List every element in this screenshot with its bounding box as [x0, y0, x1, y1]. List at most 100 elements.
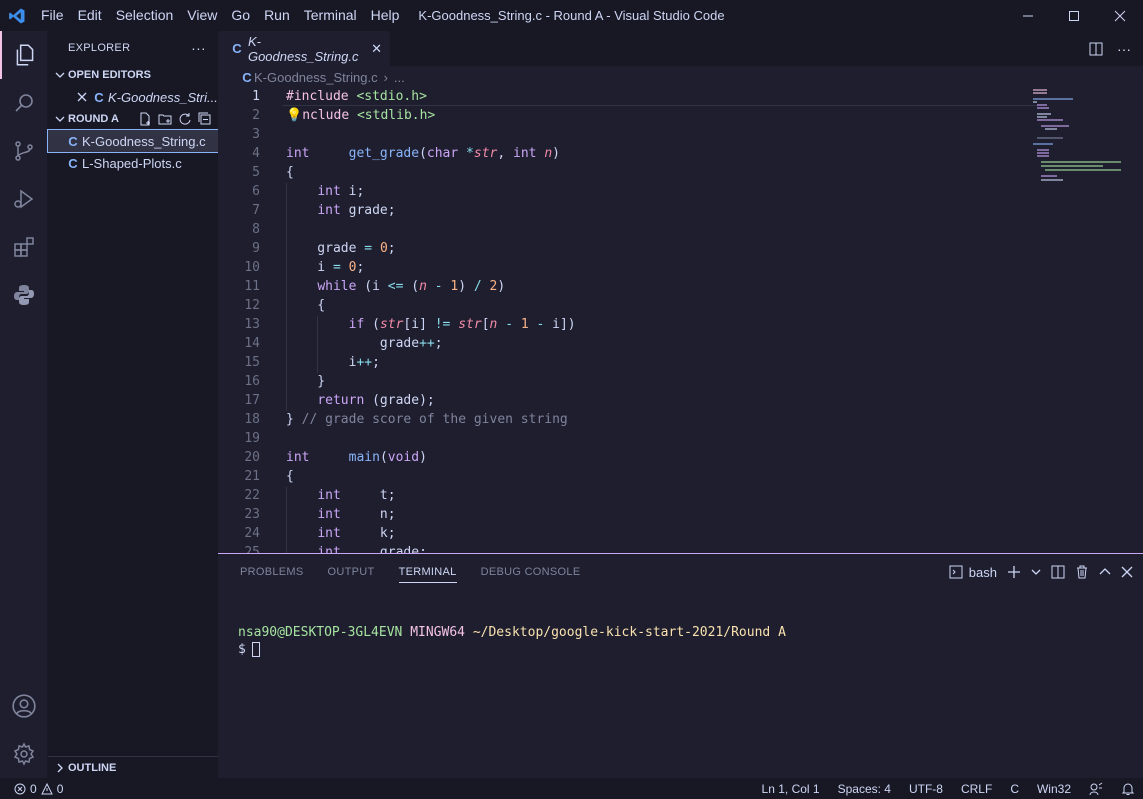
- indentation[interactable]: Spaces: 4: [838, 782, 891, 796]
- close-panel-icon[interactable]: [1121, 566, 1133, 578]
- close-icon[interactable]: [74, 92, 90, 102]
- terminal-output[interactable]: nsa90@DESKTOP-3GL4EVN MINGW64 ~/Desktop/…: [238, 624, 786, 658]
- code-line: 25 int grade;: [244, 545, 427, 553]
- tab-label: K-Goodness_String.c: [247, 33, 359, 64]
- code-line: 4 int get_grade(char *str, int n): [252, 146, 560, 161]
- code-editor[interactable]: 1 #include <stdio.h> 2 💡nclude <stdlib.h> …: [218, 88, 1143, 553]
- chevron-down-icon[interactable]: [1031, 567, 1041, 577]
- window-controls: [1005, 0, 1143, 31]
- settings-gear-icon[interactable]: [0, 730, 48, 778]
- code-line: 13 if (str[i] != str[n - 1 - i]): [244, 317, 576, 332]
- chevron-down-icon: [52, 70, 68, 80]
- tab-problems[interactable]: PROBLEMS: [240, 566, 304, 578]
- extensions-icon[interactable]: [0, 223, 48, 271]
- explorer-more-actions-icon[interactable]: ···: [191, 40, 206, 56]
- c-file-icon: C: [242, 69, 252, 85]
- python-icon[interactable]: [0, 271, 48, 319]
- source-control-icon[interactable]: [0, 127, 48, 175]
- menu-help[interactable]: Help: [364, 0, 407, 31]
- tab-output[interactable]: OUTPUT: [328, 566, 375, 578]
- code-line: 18} // grade score of the given string: [244, 412, 568, 427]
- file-label: K-Goodness_String.c: [82, 133, 206, 149]
- code-line: 19: [244, 431, 260, 446]
- feedback-icon[interactable]: [1089, 782, 1103, 796]
- code-line: 23 int n;: [244, 507, 396, 522]
- editor-more-actions-icon[interactable]: ···: [1117, 41, 1131, 57]
- account-icon[interactable]: [0, 682, 48, 730]
- open-editor-label: K-Goodness_Stri...: [108, 89, 218, 105]
- minimize-button[interactable]: [1005, 0, 1051, 31]
- terminal-cursor: [251, 642, 260, 657]
- menu-run[interactable]: Run: [257, 0, 297, 31]
- code-line: 2 💡nclude <stdlib.h>: [252, 108, 436, 123]
- menu-go[interactable]: Go: [224, 0, 257, 31]
- menu-bar: File Edit Selection View Go Run Terminal…: [34, 0, 406, 31]
- warning-count: 0: [56, 781, 64, 796]
- split-terminal-icon[interactable]: [1051, 565, 1065, 579]
- explorer-title: EXPLORER: [68, 41, 131, 54]
- menu-edit[interactable]: Edit: [71, 0, 109, 31]
- file-label: L-Shaped-Plots.c: [82, 155, 182, 171]
- end-of-line[interactable]: CRLF: [961, 782, 992, 796]
- open-editors-section[interactable]: OPEN EDITORS: [48, 64, 218, 86]
- explorer-sidebar: EXPLORER ··· OPEN EDITORS C K-Goodness_S…: [47, 31, 219, 778]
- code-line: 5{: [252, 165, 294, 180]
- tab-k-goodness[interactable]: C K-Goodness_String.c ✕: [218, 31, 390, 66]
- run-debug-icon[interactable]: [0, 175, 48, 223]
- maximize-panel-icon[interactable]: [1099, 566, 1111, 578]
- status-bar: 0 0 Ln 1, Col 1 Spaces: 4 UTF-8 CRLF C W…: [0, 778, 1143, 799]
- maximize-button[interactable]: [1051, 0, 1097, 31]
- outline-section[interactable]: OUTLINE: [48, 756, 218, 778]
- terminal-host: MINGW64: [410, 625, 465, 640]
- breadcrumb-file[interactable]: K-Goodness_String.c: [254, 70, 378, 85]
- trash-icon[interactable]: [1075, 565, 1089, 579]
- breadcrumb-more[interactable]: ...: [394, 70, 405, 85]
- tab-terminal[interactable]: TERMINAL: [398, 566, 457, 583]
- notifications-bell-icon[interactable]: [1121, 782, 1135, 796]
- search-icon[interactable]: [0, 79, 48, 127]
- breadcrumb-separator: ›: [383, 69, 388, 85]
- folder-section[interactable]: ROUND A: [48, 108, 218, 130]
- open-editors-label: OPEN EDITORS: [68, 69, 151, 81]
- panel-tabs: PROBLEMS OUTPUT TERMINAL DEBUG CONSOLE: [240, 554, 580, 590]
- tab-close-icon[interactable]: ✕: [371, 41, 382, 57]
- add-terminal-icon[interactable]: [1007, 565, 1021, 579]
- code-line: 21{: [244, 469, 294, 484]
- code-line: 14 grade++;: [244, 336, 443, 351]
- cursor-position[interactable]: Ln 1, Col 1: [762, 782, 820, 796]
- close-window-button[interactable]: [1097, 0, 1143, 31]
- file-item-k-goodness[interactable]: C K-Goodness_String.c: [47, 129, 219, 153]
- open-editor-item[interactable]: C K-Goodness_Stri...: [48, 86, 218, 108]
- minimap[interactable]: [1033, 88, 1123, 188]
- outline-label: OUTLINE: [68, 761, 117, 774]
- terminal-selector[interactable]: bash: [949, 565, 997, 580]
- folder-actions: [138, 112, 218, 126]
- refresh-icon[interactable]: [178, 112, 192, 126]
- menu-terminal[interactable]: Terminal: [297, 0, 364, 31]
- encoding[interactable]: UTF-8: [909, 782, 943, 796]
- c-file-icon: C: [94, 89, 104, 105]
- platform[interactable]: Win32: [1037, 782, 1071, 796]
- code-line: 12 {: [244, 298, 326, 313]
- menu-view[interactable]: View: [180, 0, 224, 31]
- code-line: 20 int main(void): [244, 450, 427, 465]
- new-folder-icon[interactable]: [158, 112, 172, 126]
- language-mode[interactable]: C: [1010, 782, 1019, 796]
- code-line: 16 }: [244, 374, 326, 389]
- collapse-all-icon[interactable]: [198, 112, 212, 126]
- split-editor-icon[interactable]: [1089, 42, 1103, 56]
- activity-bar: [0, 31, 48, 778]
- terminal-user: nsa90@DESKTOP-3GL4EVN: [238, 625, 403, 640]
- code-line: 8: [252, 222, 260, 237]
- file-item-l-shaped[interactable]: C L-Shaped-Plots.c: [48, 152, 218, 174]
- terminal-icon: [949, 565, 963, 579]
- new-file-icon[interactable]: [138, 112, 152, 126]
- menu-file[interactable]: File: [34, 0, 71, 31]
- tab-debug-console[interactable]: DEBUG CONSOLE: [481, 566, 581, 578]
- problems-status[interactable]: 0 0: [0, 782, 63, 796]
- menu-selection[interactable]: Selection: [109, 0, 181, 31]
- explorer-icon[interactable]: [0, 31, 48, 79]
- panel-actions: bash: [949, 554, 1133, 590]
- code-line: 7 int grade;: [252, 203, 396, 218]
- bottom-panel: PROBLEMS OUTPUT TERMINAL DEBUG CONSOLE b…: [218, 553, 1143, 778]
